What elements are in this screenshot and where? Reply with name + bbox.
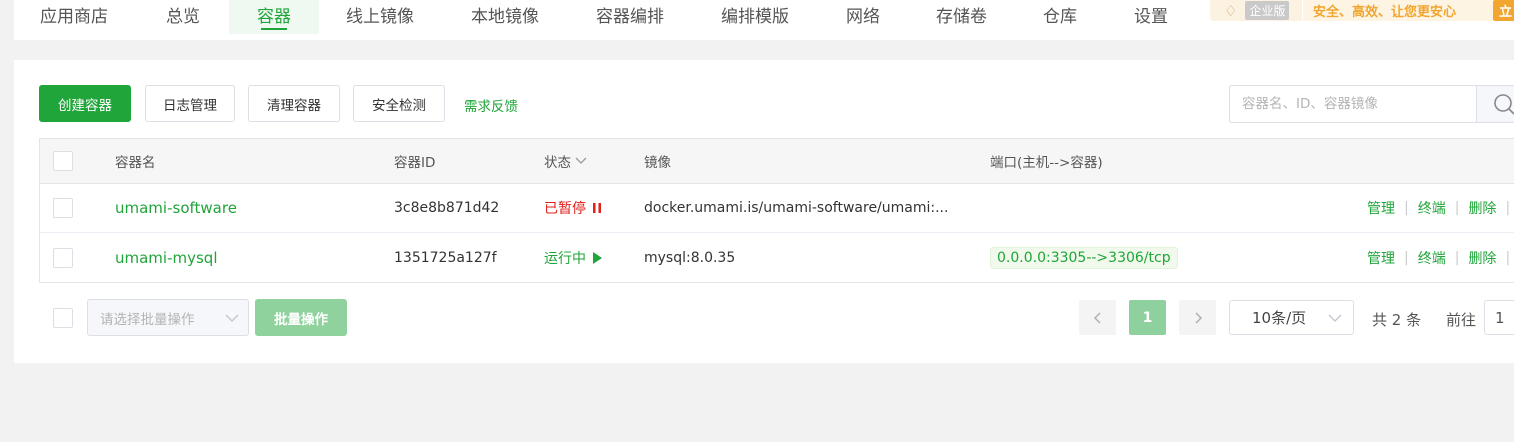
chevron-left-icon bbox=[1093, 311, 1101, 324]
select-all-checkbox[interactable] bbox=[53, 151, 73, 171]
row-checkbox[interactable] bbox=[53, 198, 73, 218]
table-row: umami-software 3c8e8b871d42 已暂停 docker.u… bbox=[40, 184, 1514, 233]
enterprise-badge[interactable]: ♢ 企业版 bbox=[1210, 0, 1302, 21]
tab-label: 线上镜像 bbox=[346, 6, 414, 27]
row-actions: 管理 | 终端 | 删除 | bbox=[1367, 233, 1514, 282]
container-id: 1351725a127f bbox=[394, 249, 497, 266]
separator: | bbox=[1454, 249, 1460, 266]
container-image: mysql:8.0.35 bbox=[644, 249, 736, 266]
manage-link[interactable]: 管理 bbox=[1367, 248, 1395, 268]
status-badge[interactable]: 运行中 bbox=[544, 233, 605, 282]
tab-label: 本地镜像 bbox=[471, 6, 539, 27]
diamond-icon: ♢ bbox=[1224, 1, 1238, 20]
page-size-value: 10条/页 bbox=[1252, 309, 1307, 327]
search-icon bbox=[1494, 94, 1514, 115]
next-page-button[interactable] bbox=[1179, 300, 1216, 335]
chevron-down-icon bbox=[225, 314, 239, 322]
terminal-link[interactable]: 终端 bbox=[1418, 198, 1446, 218]
terminal-link[interactable]: 终端 bbox=[1418, 248, 1446, 268]
search-button[interactable] bbox=[1476, 86, 1514, 122]
tab-label: 总览 bbox=[166, 6, 200, 27]
separator: | bbox=[1505, 249, 1511, 266]
separator: | bbox=[1404, 200, 1409, 216]
batch-operation-select[interactable]: 请选择批量操作 bbox=[87, 299, 249, 336]
log-management-button[interactable]: 日志管理 bbox=[145, 85, 235, 122]
container-id: 3c8e8b871d42 bbox=[394, 200, 500, 216]
enterprise-label: 企业版 bbox=[1245, 1, 1290, 20]
tab-label: 编排模版 bbox=[721, 6, 789, 27]
active-tab-indicator bbox=[261, 28, 287, 30]
separator: | bbox=[1404, 249, 1409, 266]
tab-label: 容器 bbox=[257, 6, 291, 27]
batch-select-placeholder: 请选择批量操作 bbox=[100, 311, 195, 328]
chevron-down-icon bbox=[1328, 314, 1342, 322]
goto-page-input[interactable]: 1 bbox=[1484, 300, 1514, 335]
separator: | bbox=[1505, 200, 1511, 216]
security-scan-button[interactable]: 安全检测 bbox=[353, 85, 445, 122]
header-image: 镜像 bbox=[644, 155, 671, 171]
tab-compose-templates[interactable]: 编排模版 bbox=[721, 0, 789, 34]
status-badge[interactable]: 已暂停 bbox=[544, 184, 605, 232]
total-count: 共 2 条 bbox=[1372, 311, 1422, 329]
create-container-button[interactable]: 创建容器 bbox=[39, 85, 131, 122]
tab-label: 设置 bbox=[1134, 6, 1168, 27]
delete-link[interactable]: 删除 bbox=[1468, 248, 1496, 268]
containers-table: 容器名 容器ID 状态 镜像 端口(主机-->容器) umami-softwar… bbox=[39, 138, 1514, 283]
enterprise-buy-button[interactable]: 立 bbox=[1493, 0, 1514, 21]
status-text: 已暂停 bbox=[544, 201, 586, 217]
header-ports: 端口(主机-->容器) bbox=[990, 155, 1103, 171]
table-header: 容器名 容器ID 状态 镜像 端口(主机-->容器) bbox=[40, 139, 1514, 184]
header-status[interactable]: 状态 bbox=[544, 139, 589, 183]
tab-containers[interactable]: 容器 bbox=[229, 0, 319, 34]
chevron-down-icon bbox=[575, 157, 587, 164]
footer-select-all-checkbox[interactable] bbox=[53, 308, 73, 328]
tab-compose[interactable]: 容器编排 bbox=[596, 0, 664, 34]
tab-settings[interactable]: 设置 bbox=[1134, 0, 1168, 34]
tab-network[interactable]: 网络 bbox=[846, 0, 880, 34]
pause-icon bbox=[593, 203, 601, 213]
status-text: 运行中 bbox=[544, 250, 586, 267]
container-name-link[interactable]: umami-mysql bbox=[115, 233, 218, 282]
enterprise-slogan: 安全、高效、让您更安心 bbox=[1303, 0, 1493, 21]
container-image: docker.umami.is/umami-software/umami:... bbox=[644, 200, 949, 216]
tab-label: 应用商店 bbox=[40, 6, 108, 27]
row-checkbox[interactable] bbox=[53, 247, 73, 268]
feedback-link[interactable]: 需求反馈 bbox=[464, 95, 518, 115]
separator: | bbox=[1454, 200, 1460, 216]
tab-label: 存储卷 bbox=[936, 6, 987, 27]
containers-panel: 创建容器 日志管理 清理容器 安全检测 需求反馈 容器名 容器ID 状态 镜像 … bbox=[14, 60, 1514, 363]
header-status-label: 状态 bbox=[544, 155, 571, 171]
row-actions: 管理 | 终端 | 删除 | bbox=[1367, 184, 1514, 232]
search-box bbox=[1229, 85, 1514, 123]
batch-operation-button[interactable]: 批量操作 bbox=[255, 299, 347, 336]
table-row: umami-mysql 1351725a127f 运行中 mysql:8.0.3… bbox=[40, 233, 1514, 282]
chevron-right-icon bbox=[1194, 311, 1202, 324]
tab-label: 网络 bbox=[846, 6, 880, 27]
page-number-button[interactable]: 1 bbox=[1129, 300, 1166, 335]
clean-containers-button[interactable]: 清理容器 bbox=[248, 85, 340, 122]
play-icon bbox=[593, 251, 602, 264]
tab-online-images[interactable]: 线上镜像 bbox=[346, 0, 414, 34]
header-name: 容器名 bbox=[115, 155, 156, 171]
header-id: 容器ID bbox=[394, 155, 436, 171]
tab-app-store[interactable]: 应用商店 bbox=[40, 0, 108, 34]
search-input[interactable] bbox=[1230, 86, 1476, 122]
port-tag: 0.0.0.0:3305-->3306/tcp bbox=[990, 246, 1178, 269]
tab-registry[interactable]: 仓库 bbox=[1043, 0, 1077, 34]
tab-volumes[interactable]: 存储卷 bbox=[936, 0, 987, 34]
manage-link[interactable]: 管理 bbox=[1367, 198, 1395, 218]
goto-label: 前往 bbox=[1446, 311, 1477, 329]
tab-local-images[interactable]: 本地镜像 bbox=[471, 0, 539, 34]
page-size-select[interactable]: 10条/页 bbox=[1229, 300, 1354, 335]
tab-label: 仓库 bbox=[1043, 6, 1077, 27]
tab-label: 容器编排 bbox=[596, 6, 664, 27]
delete-link[interactable]: 删除 bbox=[1468, 198, 1496, 218]
container-name-link[interactable]: umami-software bbox=[115, 184, 237, 232]
prev-page-button[interactable] bbox=[1079, 300, 1116, 335]
tab-overview[interactable]: 总览 bbox=[166, 0, 200, 34]
